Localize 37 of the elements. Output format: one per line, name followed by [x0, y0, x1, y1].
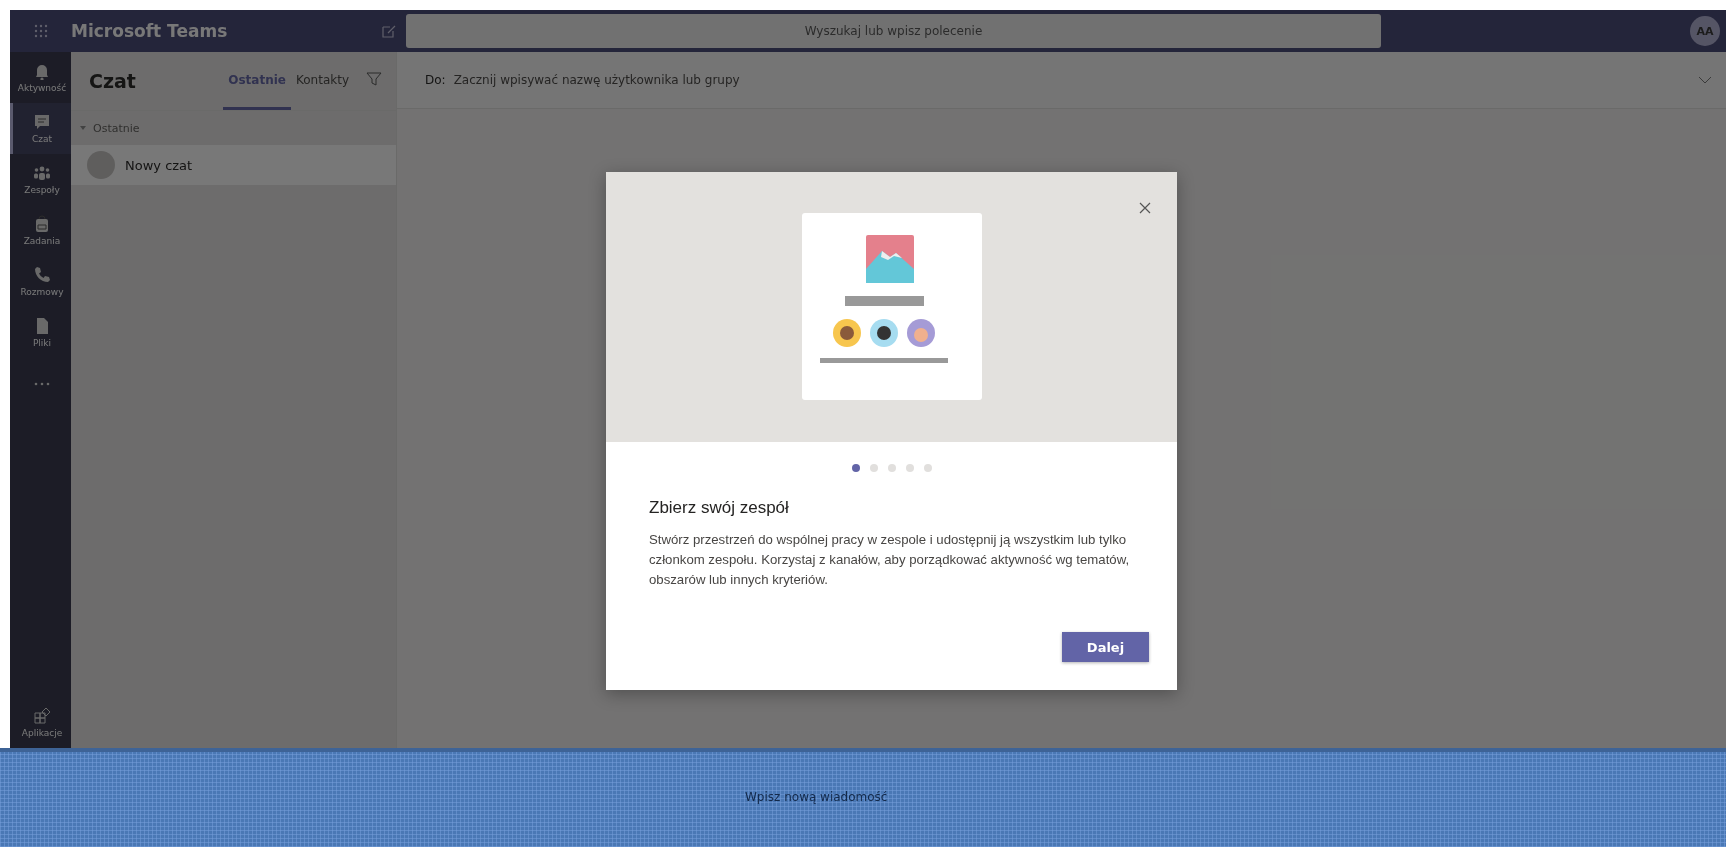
user-avatar[interactable]: AA: [1690, 16, 1720, 46]
rail-item[interactable]: Rozmowy: [10, 256, 71, 307]
recipient-field[interactable]: Zacznij wpisywać nazwę użytkownika lub grupy: [451, 72, 1692, 88]
bell-icon: [33, 62, 51, 80]
app-title: Microsoft Teams: [71, 21, 229, 41]
dialog-title: Zbierz swój zespół: [649, 498, 790, 518]
rail-item[interactable]: Zespoły: [10, 154, 71, 205]
rail-item[interactable]: Czat: [10, 103, 71, 154]
chevron-down-icon[interactable]: [1698, 75, 1712, 85]
app-launcher-icon[interactable]: [33, 24, 48, 38]
next-button[interactable]: Dalej: [1062, 632, 1149, 662]
rail-item[interactable]: Aktywność: [10, 52, 71, 103]
phone-icon: [33, 266, 51, 284]
page-dot[interactable]: [905, 464, 914, 472]
people-icon: [33, 164, 51, 182]
rail-item[interactable]: Zadania: [10, 205, 71, 256]
chat-icon: [33, 113, 51, 131]
message-field[interactable]: Wpisz nową wiadomość: [745, 790, 1045, 804]
backpack-icon: [33, 215, 51, 233]
tab[interactable]: Ostatnie: [223, 52, 291, 110]
page-dot[interactable]: [923, 464, 932, 472]
apps-icon: [33, 707, 51, 725]
page-dot[interactable]: [869, 464, 878, 472]
panel-title: Czat: [89, 70, 137, 92]
to-label: Do:: [425, 73, 446, 87]
rail-item[interactable]: Pliki: [10, 307, 71, 358]
page-dot[interactable]: [851, 464, 860, 472]
compose-icon[interactable]: [382, 24, 396, 38]
filter-icon[interactable]: [366, 71, 382, 87]
dialog-text: Stwórz przestrzeń do wspólnej pracy w zespole i udostępnij ją wszystkim lub tylko członkom zespołu. Korzystaj z kanałów, aby porządkować aktywność wg tematów, obszarów lub innych kryteriów.: [649, 531, 1131, 589]
rail-item[interactable]: Aplikacje: [10, 697, 71, 748]
search-field[interactable]: Wyszukaj lub wpisz polecenie: [406, 14, 1381, 48]
tab[interactable]: Kontakty: [290, 52, 354, 110]
chat-item[interactable]: Nowy czat: [71, 145, 396, 185]
page-dot[interactable]: [887, 464, 896, 472]
section-label[interactable]: Ostatnie: [93, 121, 140, 135]
close-icon: [1139, 202, 1151, 214]
